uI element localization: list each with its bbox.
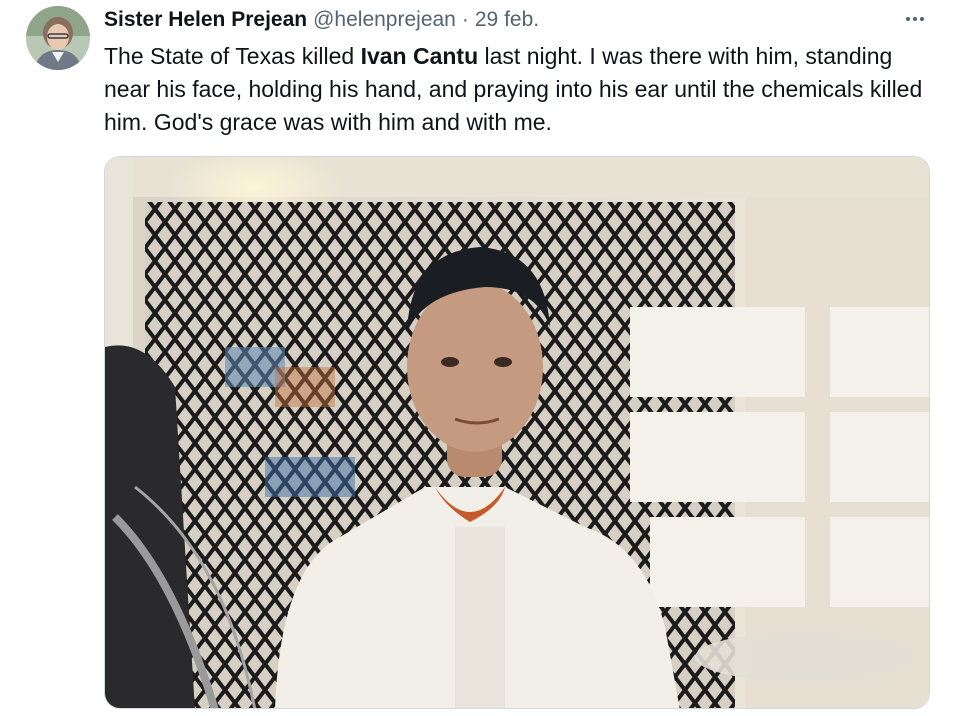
- tweet-photo[interactable]: [104, 156, 930, 709]
- tweet-text-bold-name[interactable]: Ivan Cantu: [361, 43, 479, 69]
- tweet-text: The State of Texas killed Ivan Cantu las…: [104, 40, 924, 139]
- tweet: Sister Helen Prejean @helenprejean · 29 …: [0, 0, 960, 716]
- header-separator: ·: [461, 8, 469, 31]
- avatar[interactable]: [26, 6, 90, 70]
- tweet-date[interactable]: 29 feb.: [475, 8, 539, 32]
- photo-illustration: [105, 157, 929, 708]
- more-options-icon[interactable]: [900, 8, 930, 30]
- tweet-text-part-1: The State of Texas killed: [104, 43, 361, 69]
- author-name[interactable]: Sister Helen Prejean: [104, 8, 307, 32]
- tweet-header: Sister Helen Prejean @helenprejean · 29 …: [104, 8, 539, 36]
- author-handle[interactable]: @helenprejean: [313, 8, 456, 32]
